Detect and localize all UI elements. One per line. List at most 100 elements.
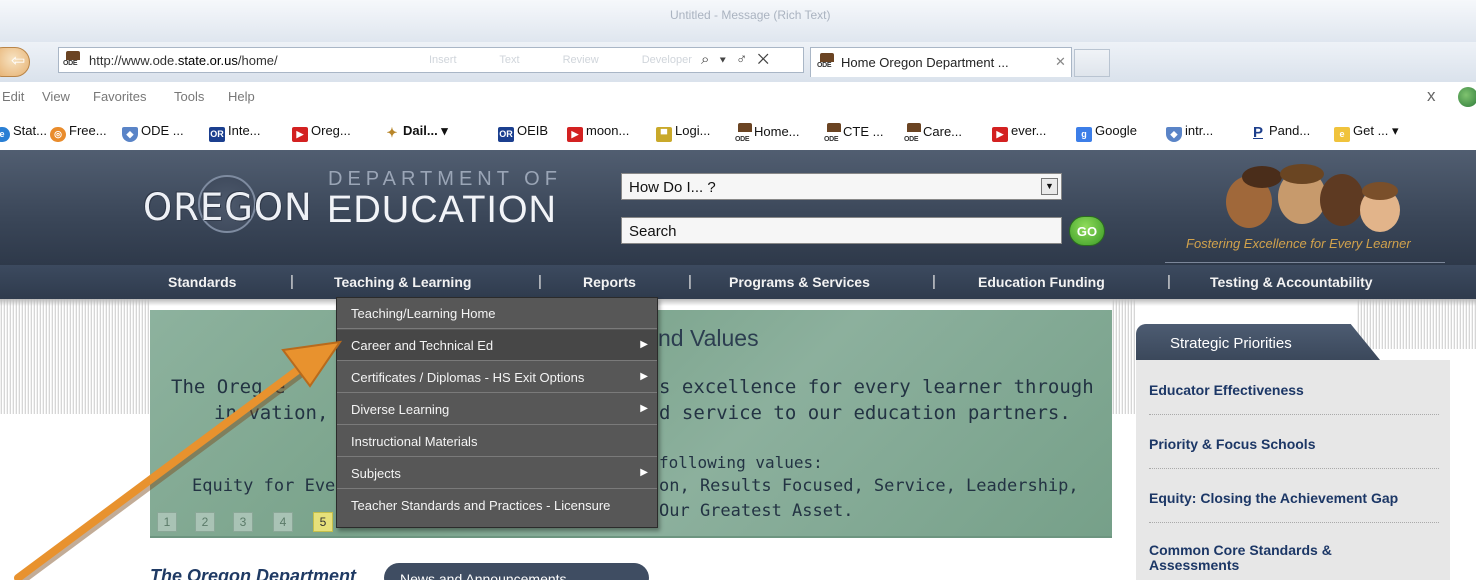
page-background xyxy=(1112,299,1136,414)
address-tools[interactable]: ⌕ ▾ ♂ ✕ xyxy=(701,51,772,68)
fav-item[interactable]: ▶ Oreg... xyxy=(292,123,351,142)
menu-help[interactable]: Help xyxy=(228,89,255,104)
nav-reports[interactable]: Reports xyxy=(583,274,636,290)
fav-item[interactable]: g Google xyxy=(1076,123,1137,142)
fav-item[interactable]: Care... xyxy=(904,123,962,147)
fav-item[interactable]: OR Inte... xyxy=(209,123,261,142)
fav-item[interactable]: ▶ moon... xyxy=(567,123,629,142)
menu-edit[interactable]: Edit xyxy=(2,89,24,104)
link-educator-effectiveness[interactable]: Educator Effectiveness xyxy=(1149,382,1304,398)
chevron-down-icon[interactable]: ▼ xyxy=(1041,178,1058,195)
tab-home-oregon[interactable]: Home Oregon Department ... ✕ xyxy=(810,47,1072,77)
shield-icon: ◆ xyxy=(122,127,138,142)
link-equity-achievement-gap[interactable]: Equity: Closing the Achievement Gap xyxy=(1149,490,1398,506)
fav-item[interactable]: e Get ... ▾ xyxy=(1334,123,1399,142)
nav-separator: | xyxy=(1167,273,1171,290)
link-assessments[interactable]: Assessments xyxy=(1149,557,1239,573)
shield-icon: ◆ xyxy=(1166,127,1182,142)
nav-shadow xyxy=(0,299,1476,306)
fav-item[interactable]: CTE ... xyxy=(824,123,883,147)
nav-separator: | xyxy=(932,273,936,290)
fav-item[interactable]: ◆ ODE ... xyxy=(122,123,184,142)
tab-label: Home Oregon Department ... xyxy=(841,55,1009,70)
address-ghost-text: Insert Text Review Developer xyxy=(429,54,692,66)
logo-department-of[interactable]: DEPARTMENT OF xyxy=(328,168,562,191)
menu-tools[interactable]: Tools xyxy=(174,89,204,104)
page-background xyxy=(1357,299,1476,349)
annotation-arrow-icon xyxy=(14,340,343,580)
news-announcements-tab[interactable]: News and Announcements xyxy=(384,563,649,580)
new-tab-button[interactable] xyxy=(1074,49,1110,77)
nav-teaching-learning[interactable]: Teaching & Learning xyxy=(334,274,471,290)
nav-separator: | xyxy=(290,273,294,290)
site-tagline: Fostering Excellence for Every Learner xyxy=(1186,236,1411,251)
chevron-right-icon: ▶ xyxy=(640,403,648,414)
nav-education-funding[interactable]: Education Funding xyxy=(978,274,1105,290)
menu-item-teacher-standards[interactable]: Teacher Standards and Practices - Licens… xyxy=(337,490,657,521)
or-icon: OR xyxy=(498,127,514,142)
fav-item[interactable]: OR OEIB xyxy=(498,123,548,142)
chevron-right-icon: ▶ xyxy=(640,467,648,478)
search-input[interactable]: Search xyxy=(621,217,1062,244)
nav-testing-accountability[interactable]: Testing & Accountability xyxy=(1210,274,1373,290)
banner-text: s excellence for every learner through xyxy=(659,376,1094,398)
menu-item-career-technical-ed[interactable]: Career and Technical Ed ▶ xyxy=(337,330,657,361)
kids-photo xyxy=(1216,164,1406,234)
nav-programs-services[interactable]: Programs & Services xyxy=(729,274,870,290)
link-common-core[interactable]: Common Core Standards & xyxy=(1149,542,1332,558)
globe-icon[interactable] xyxy=(1458,87,1476,107)
fav-item[interactable]: e Stat... xyxy=(0,123,47,142)
tab-close-icon[interactable]: ✕ xyxy=(1055,54,1066,70)
menu-item-certificates-diplomas[interactable]: Certificates / Diplomas - HS Exit Option… xyxy=(337,362,657,393)
ode-icon xyxy=(824,123,841,147)
fav-item[interactable]: ◆ intr... xyxy=(1166,123,1213,142)
close-icon[interactable]: x xyxy=(1427,86,1436,106)
link-priority-focus-schools[interactable]: Priority & Focus Schools xyxy=(1149,436,1315,452)
search-placeholder: Search xyxy=(629,223,677,240)
nav-separator: | xyxy=(688,273,692,290)
ode-favicon-icon xyxy=(817,53,837,71)
fav-item[interactable]: ✦ Dail... ▾ xyxy=(384,123,448,140)
favorites-bar: e Stat... ◎ Free... ◆ ODE ... OR Inte... ▶ Or… xyxy=(0,112,1476,150)
banner-text: d service to our education partners. xyxy=(659,402,1071,424)
banner-title: nd Values xyxy=(658,325,759,351)
fav-item[interactable]: ▀ Logi... xyxy=(656,123,710,142)
banner-text: following values: xyxy=(659,453,823,472)
chevron-right-icon: ▶ xyxy=(640,339,648,350)
go-button[interactable]: GO xyxy=(1069,216,1105,246)
window-title: Untitled - Message (Rich Text) xyxy=(670,8,831,22)
how-do-i-value: How Do I... ? xyxy=(629,179,716,196)
ode-icon xyxy=(735,123,752,147)
fav-item[interactable]: Home... xyxy=(735,123,800,147)
ode-favicon-icon xyxy=(63,51,83,69)
address-url[interactable]: http://www.ode.state.or.us/home/ xyxy=(89,53,278,68)
ode-icon xyxy=(904,123,921,147)
how-do-i-select[interactable]: How Do I... ? ▼ xyxy=(621,173,1062,200)
logo-education[interactable]: EDUCATION xyxy=(327,189,557,232)
nav-separator: | xyxy=(538,273,542,290)
fav-item[interactable]: ▶ ever... xyxy=(992,123,1046,142)
fav-item[interactable]: ◎ Free... xyxy=(50,123,107,142)
menu-item-diverse-learning[interactable]: Diverse Learning ▶ xyxy=(337,394,657,425)
menu-favorites[interactable]: Favorites xyxy=(93,89,146,104)
back-button[interactable] xyxy=(0,47,30,77)
youtube-icon: ▶ xyxy=(992,127,1008,142)
divider xyxy=(1149,414,1439,415)
banner-text: on, Results Focused, Service, Leadership… xyxy=(659,476,1079,496)
divider xyxy=(1149,468,1439,469)
menu-view[interactable]: View xyxy=(42,89,70,104)
dail-icon: ✦ xyxy=(386,125,398,140)
menu-item-instructional-materials[interactable]: Instructional Materials xyxy=(337,426,657,457)
chevron-right-icon: ▶ xyxy=(640,371,648,382)
pandora-icon: P xyxy=(1252,124,1263,141)
banner-text: Our Greatest Asset. xyxy=(659,501,854,521)
or-icon: OR xyxy=(209,127,225,142)
address-bar[interactable]: http://www.ode.state.or.us/home/ Insert … xyxy=(58,47,804,73)
logo-oregon[interactable]: OREGON xyxy=(143,186,313,229)
fav-item[interactable]: P Pand... xyxy=(1250,123,1310,140)
nav-standards[interactable]: Standards xyxy=(168,274,236,290)
google-icon: g xyxy=(1076,127,1092,142)
menu-item-subjects[interactable]: Subjects ▶ xyxy=(337,458,657,489)
menu-item-teaching-learning-home[interactable]: Teaching/Learning Home xyxy=(337,298,657,329)
youtube-icon: ▶ xyxy=(567,127,583,142)
